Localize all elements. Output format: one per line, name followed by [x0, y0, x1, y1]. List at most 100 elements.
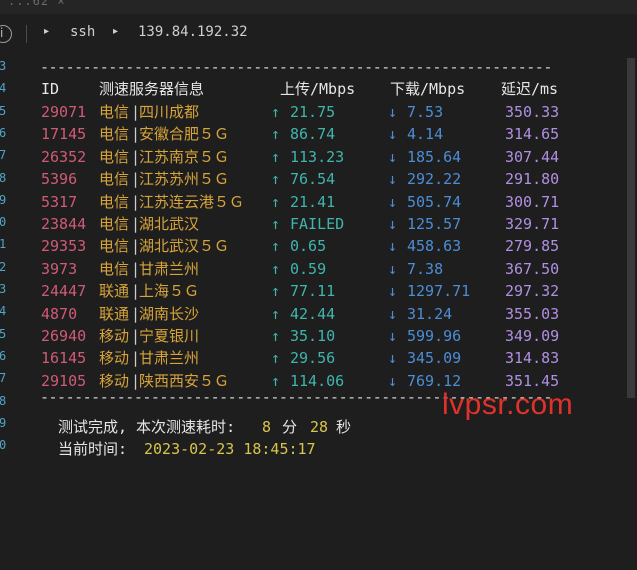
- download-arrow-icon: ↓: [388, 349, 398, 368]
- download-value: 125.57: [407, 215, 462, 233]
- upload-arrow-icon: ↑: [271, 304, 281, 323]
- isp-name: 电信: [99, 259, 130, 278]
- server-id: 26352: [41, 147, 87, 166]
- server-id: 26940: [41, 327, 87, 345]
- upload-arrow-icon: ↑: [271, 147, 281, 166]
- latency-value: 329.71: [505, 215, 560, 233]
- latency-value: 355.03: [505, 304, 560, 323]
- tab-strip: ...62 ×: [0, 0, 637, 14]
- divider-top: ----------------------------------------…: [40, 58, 552, 76]
- server-location: 江苏苏州５Ｇ: [139, 170, 230, 189]
- server-id: 29353: [41, 237, 87, 256]
- latency-value: 297.32: [505, 282, 560, 301]
- upload-value: 0.65: [290, 237, 327, 256]
- breadcrumb: ▸ ssh ▸ 139.84.192.32: [0, 16, 637, 54]
- download-value: 1297.71: [407, 282, 471, 301]
- breadcrumb-divider: [26, 25, 27, 43]
- tab-strip-text: ...62 ×: [8, 0, 66, 8]
- download-value: 31.24: [407, 304, 453, 323]
- footer-duration: 测试完成, 本次测速耗时: 8 分 28 秒: [0, 416, 351, 438]
- latency-value: 300.71: [505, 192, 560, 211]
- latency-value: 279.85: [505, 237, 560, 256]
- server-location: 甘肃兰州: [139, 349, 200, 368]
- latency-value: 367.50: [505, 259, 560, 278]
- server-id: 24447: [41, 282, 87, 301]
- download-value: 4.14: [407, 125, 444, 144]
- server-location: 湖南长沙: [139, 304, 200, 323]
- isp-name: 电信: [99, 103, 130, 121]
- server-location: 宁夏银川: [139, 327, 200, 345]
- header-server: 测速服务器信息: [99, 80, 205, 98]
- upload-value: 29.56: [290, 349, 336, 368]
- download-arrow-icon: ↓: [388, 215, 398, 233]
- download-arrow-icon: ↓: [388, 237, 398, 256]
- latency-value: 314.83: [505, 349, 560, 368]
- download-arrow-icon: ↓: [388, 103, 398, 121]
- server-location: 上海５Ｇ: [139, 282, 200, 301]
- isp-name: 联通: [99, 282, 130, 301]
- download-arrow-icon: ↓: [388, 125, 398, 144]
- download-arrow-icon: ↓: [388, 170, 398, 189]
- server-location: 湖北武汉５Ｇ: [139, 237, 230, 256]
- upload-arrow-icon: ↑: [271, 237, 281, 256]
- info-icon[interactable]: [0, 25, 12, 43]
- duration-seconds: 28: [310, 418, 329, 436]
- isp-name: 电信: [99, 147, 130, 166]
- server-location: 甘肃兰州: [139, 259, 200, 278]
- upload-value: 77.11: [290, 282, 336, 301]
- download-value: 505.74: [407, 192, 462, 211]
- latency-value: 307.44: [505, 147, 560, 166]
- download-arrow-icon: ↓: [388, 282, 398, 301]
- server-id: 5317: [41, 192, 78, 211]
- download-arrow-icon: ↓: [388, 327, 398, 345]
- latency-value: 314.65: [505, 125, 560, 144]
- server-location: 江苏南京５Ｇ: [139, 147, 230, 166]
- server-location: 湖北武汉: [139, 215, 200, 233]
- upload-arrow-icon: ↑: [271, 349, 281, 368]
- upload-value: FAILED: [290, 215, 345, 233]
- download-value: 185.64: [407, 147, 462, 166]
- breadcrumb-segment-host[interactable]: 139.84.192.32: [138, 24, 248, 40]
- header-id: ID: [41, 80, 60, 98]
- chevron-right-icon: ▸: [44, 26, 50, 37]
- upload-arrow-icon: ↑: [271, 259, 281, 278]
- download-arrow-icon: ↓: [388, 192, 398, 211]
- isp-name: 移动: [99, 349, 130, 368]
- duration-minute-unit: 分: [282, 418, 298, 436]
- isp-name: 移动: [99, 327, 130, 345]
- watermark-logo: lvpsr.com: [442, 388, 574, 421]
- breadcrumb-segment-ssh[interactable]: ssh: [70, 24, 95, 40]
- server-id: 3973: [41, 259, 78, 278]
- latency-value: 291.80: [505, 170, 560, 189]
- isp-name: 电信: [99, 237, 130, 256]
- header-upload: 上传/Mbps: [280, 80, 356, 98]
- upload-arrow-icon: ↑: [271, 125, 281, 144]
- upload-value: 21.75: [290, 103, 336, 121]
- scrollbar-thumb[interactable]: [627, 58, 635, 398]
- isp-name: 电信: [99, 125, 130, 144]
- latency-value: 349.09: [505, 327, 560, 345]
- latency-value: 350.33: [505, 103, 560, 121]
- upload-arrow-icon: ↑: [271, 282, 281, 301]
- header-latency: 延迟/ms: [501, 80, 559, 98]
- isp-name: 电信: [99, 192, 130, 211]
- upload-value: 42.44: [290, 304, 336, 323]
- server-id: 16145: [41, 349, 87, 368]
- download-value: 458.63: [407, 237, 462, 256]
- upload-arrow-icon: ↑: [271, 103, 281, 121]
- download-value: 7.53: [407, 103, 444, 121]
- download-value: 7.38: [407, 259, 444, 278]
- server-location: 江苏连云港５Ｇ: [139, 192, 245, 211]
- upload-value: 76.54: [290, 170, 336, 189]
- table-header: ID 测速服务器信息 上传/Mbps 下载/Mbps 延迟/ms: [0, 78, 558, 100]
- server-location: 安徽合肥５Ｇ: [139, 125, 230, 144]
- time-label: 当前时间:: [58, 440, 128, 458]
- isp-name: 联通: [99, 304, 130, 323]
- server-id: 17145: [41, 125, 87, 144]
- server-id: 29071: [41, 103, 87, 121]
- upload-arrow-icon: ↑: [271, 192, 281, 211]
- download-arrow-icon: ↓: [388, 259, 398, 278]
- upload-arrow-icon: ↑: [271, 215, 281, 233]
- footer-time: 当前时间: 2023-02-23 18:45:17: [0, 438, 316, 460]
- upload-value: 35.10: [290, 327, 336, 345]
